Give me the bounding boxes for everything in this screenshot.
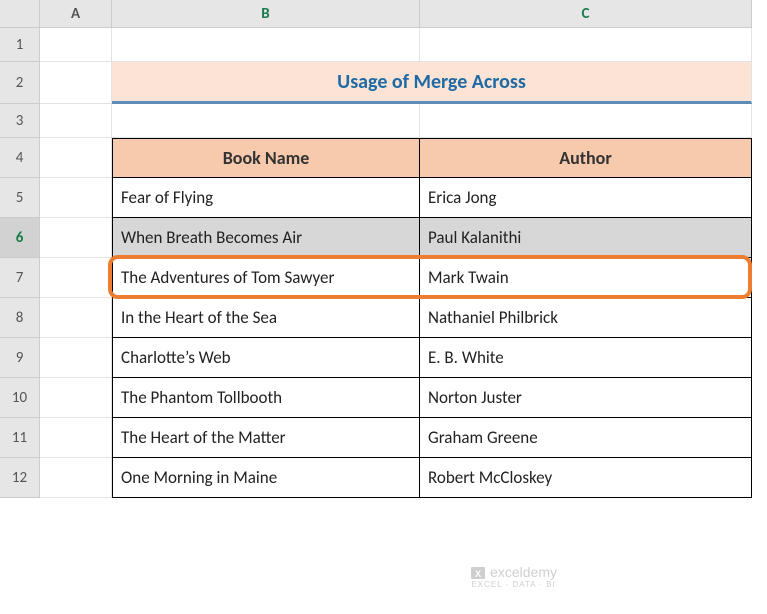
row-header-1[interactable]: 1 [0,28,40,62]
cell-a5[interactable] [40,178,112,218]
table-row[interactable]: Mark Twain [420,258,752,298]
select-all-corner[interactable] [0,0,40,28]
table-header-book[interactable]: Book Name [112,138,420,178]
cell-a11[interactable] [40,418,112,458]
spreadsheet-grid: A B C 1 2 Usage of Merge Across 3 4 Book… [0,0,767,538]
table-header-author[interactable]: Author [420,138,752,178]
row-header-3[interactable]: 3 [0,104,40,138]
table-row[interactable]: Erica Jong [420,178,752,218]
cell-b3[interactable] [112,104,420,138]
row-header-6[interactable]: 6 [0,218,40,258]
col-header-b[interactable]: B [112,0,420,28]
table-row[interactable]: Nathaniel Philbrick [420,298,752,338]
cell-a10[interactable] [40,378,112,418]
cell-a8[interactable] [40,298,112,338]
row-header-5[interactable]: 5 [0,178,40,218]
row-header-12[interactable]: 12 [0,458,40,498]
cell-c1[interactable] [420,28,752,62]
cell-a3[interactable] [40,104,112,138]
row-header-7[interactable]: 7 [0,258,40,298]
table-row[interactable]: Paul Kalanithi [420,218,752,258]
watermark-brand: exceldemy [490,564,557,580]
cell-a1[interactable] [40,28,112,62]
cell-a2[interactable] [40,62,112,104]
table-row[interactable]: Norton Juster [420,378,752,418]
row-header-8[interactable]: 8 [0,298,40,338]
table-row[interactable]: Robert McCloskey [420,458,752,498]
watermark-tag: EXCEL · DATA · BI [470,581,557,590]
row-header-9[interactable]: 9 [0,338,40,378]
table-row[interactable]: One Morning in Maine [112,458,420,498]
col-header-a[interactable]: A [40,0,112,28]
svg-text:X: X [475,569,481,579]
cell-c3[interactable] [420,104,752,138]
cell-a12[interactable] [40,458,112,498]
row-header-11[interactable]: 11 [0,418,40,458]
table-row[interactable]: The Heart of the Matter [112,418,420,458]
row-header-2[interactable]: 2 [0,62,40,104]
cell-a6[interactable] [40,218,112,258]
table-row[interactable]: The Adventures of Tom Sawyer [112,258,420,298]
cell-a7[interactable] [40,258,112,298]
table-row[interactable]: E. B. White [420,338,752,378]
title-merged-cell[interactable]: Usage of Merge Across [112,62,752,104]
row-header-10[interactable]: 10 [0,378,40,418]
table-row[interactable]: Graham Greene [420,418,752,458]
cell-b1[interactable] [112,28,420,62]
table-row[interactable]: The Phantom Tollbooth [112,378,420,418]
col-header-c[interactable]: C [420,0,752,28]
table-row[interactable]: When Breath Becomes Air [112,218,420,258]
excel-icon: X [470,565,486,581]
table-row[interactable]: Fear of Flying [112,178,420,218]
table-row[interactable]: In the Heart of the Sea [112,298,420,338]
row-header-4[interactable]: 4 [0,138,40,178]
table-row[interactable]: Charlotte’s Web [112,338,420,378]
watermark: X exceldemy EXCEL · DATA · BI [470,565,557,590]
cell-a9[interactable] [40,338,112,378]
cell-a4[interactable] [40,138,112,178]
